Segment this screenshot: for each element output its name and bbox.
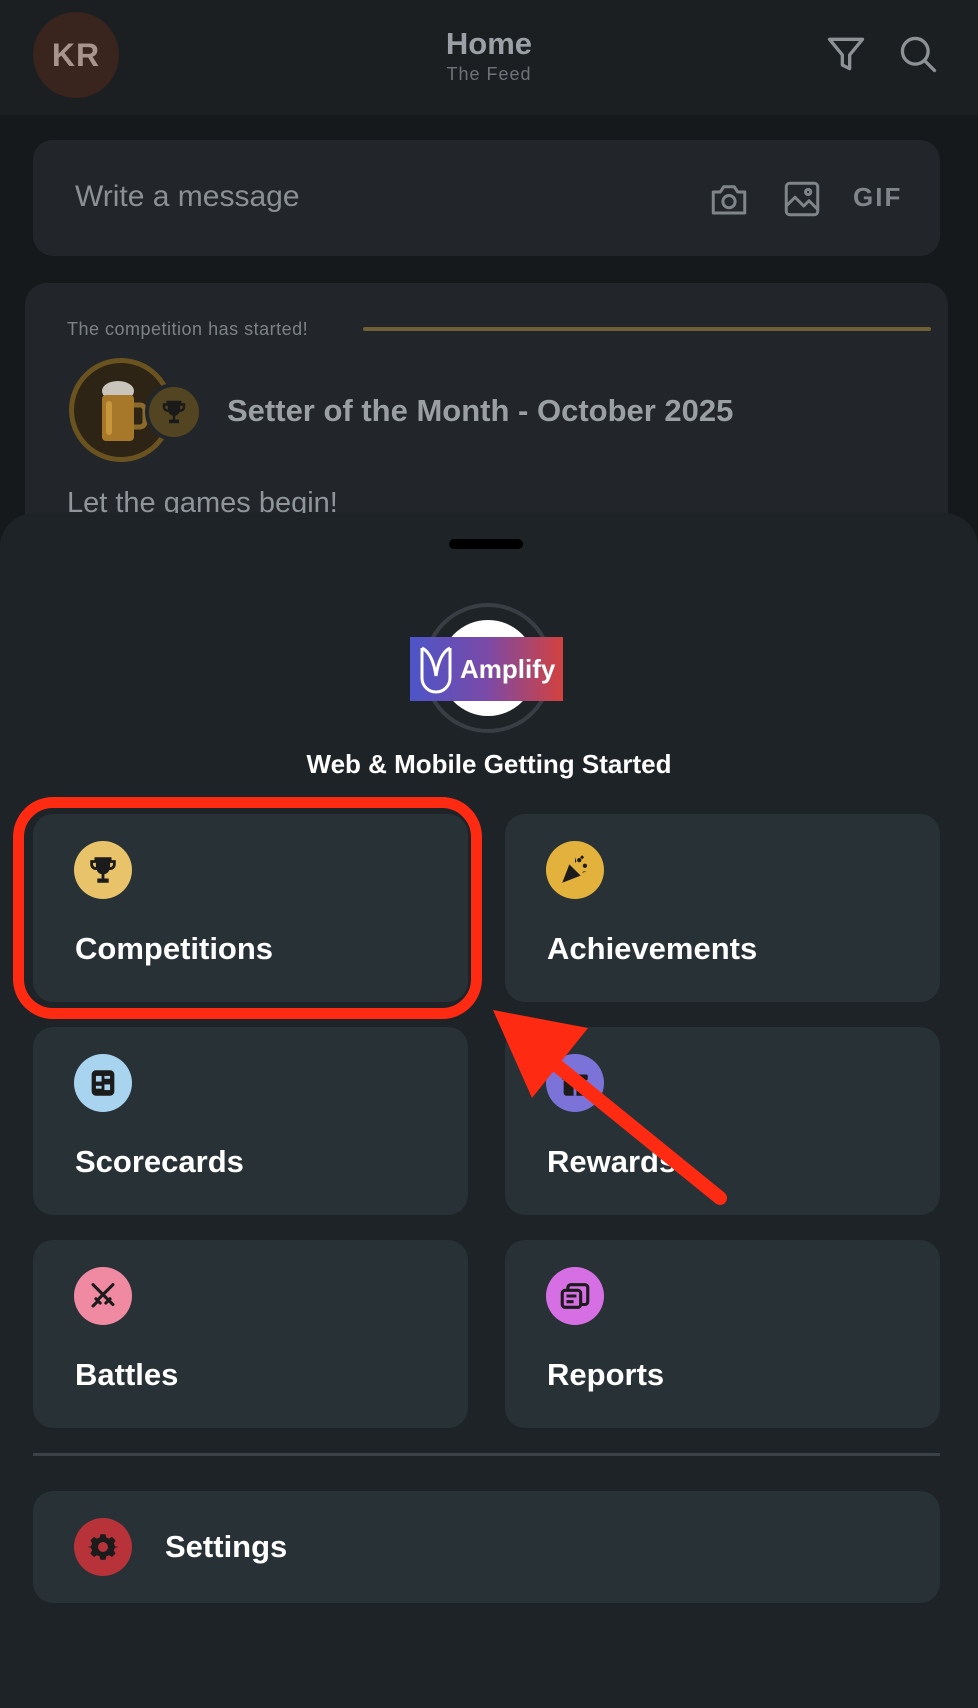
tile-label-reports: Reports <box>547 1357 665 1392</box>
tile-label-rewards: Rewards <box>547 1144 677 1179</box>
search-icon[interactable] <box>896 32 940 76</box>
program-bottom-sheet: Amplify Web & Mobile Getting Started Com… <box>0 513 978 1708</box>
tile-battles[interactable]: Battles <box>33 1240 468 1428</box>
crossed-swords-icon <box>74 1267 132 1325</box>
top-header: KR Home The Feed <box>0 0 978 115</box>
image-icon[interactable] <box>781 178 823 220</box>
settings-button[interactable]: Settings <box>33 1491 940 1603</box>
scorecard-icon <box>74 1054 132 1112</box>
competition-status: The competition has started! <box>67 319 309 339</box>
tile-achievements[interactable]: Achievements <box>505 814 940 1002</box>
camera-icon[interactable] <box>708 178 750 220</box>
tile-label-scorecards: Scorecards <box>75 1144 244 1179</box>
party-popper-icon <box>546 841 604 899</box>
amplify-logo-text: Amplify <box>460 653 556 684</box>
filter-icon[interactable] <box>824 32 868 76</box>
tile-reports[interactable]: Reports <box>505 1240 940 1428</box>
message-composer[interactable]: Write a message GIF <box>33 140 940 256</box>
trophy-icon <box>145 383 203 441</box>
message-input[interactable]: Write a message <box>75 180 300 214</box>
gif-button[interactable]: GIF <box>853 182 902 213</box>
highlight-box <box>13 797 482 1019</box>
tile-scorecards[interactable]: Scorecards <box>33 1027 468 1215</box>
competition-name: Setter of the Month - October 2025 <box>227 393 734 428</box>
program-name: Web & Mobile Getting Started <box>306 749 672 779</box>
status-divider <box>363 327 931 331</box>
gift-icon <box>546 1054 604 1112</box>
section-divider <box>33 1453 940 1456</box>
app-screen: KR Home The Feed Write a message GIF The… <box>0 0 978 1708</box>
tile-rewards[interactable]: Rewards <box>505 1027 940 1215</box>
gear-icon <box>74 1518 132 1576</box>
settings-label: Settings <box>165 1529 288 1564</box>
sheet-grabber[interactable] <box>449 539 523 549</box>
reports-icon <box>546 1267 604 1325</box>
tile-label-battles: Battles <box>75 1357 179 1392</box>
amplify-logo: Amplify <box>410 637 563 701</box>
tile-label-achievements: Achievements <box>547 931 758 966</box>
